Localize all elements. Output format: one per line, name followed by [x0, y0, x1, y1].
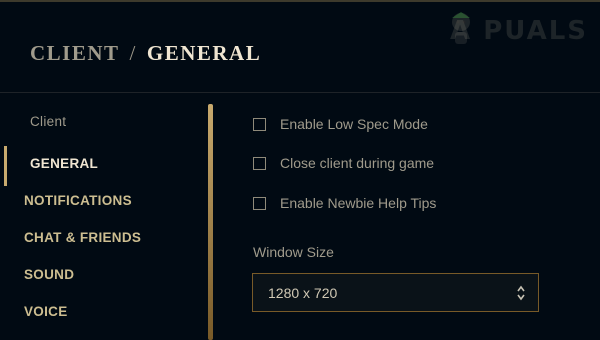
newbie-help-label[interactable]: Enable Newbie Help Tips	[280, 195, 436, 211]
newbie-help-checkbox[interactable]	[253, 196, 266, 210]
breadcrumb-separator: /	[129, 40, 137, 65]
low-spec-mode-label[interactable]: Enable Low Spec Mode	[280, 116, 428, 132]
low-spec-mode-option[interactable]: Enable Low Spec Mode	[253, 115, 428, 133]
newbie-help-option[interactable]: Enable Newbie Help Tips	[253, 194, 436, 212]
sidebar-item-notifications[interactable]: NOTIFICATIONS	[24, 189, 132, 213]
page-title: GENERAL	[146, 40, 262, 65]
sidebar-item-general[interactable]: GENERAL	[30, 152, 98, 176]
settings-window: CLIENT / GENERAL A PUALS Client GENERAL …	[0, 0, 600, 340]
up-down-arrows-icon	[517, 285, 525, 301]
sidebar-section-client: Client	[30, 114, 67, 129]
header-divider	[0, 92, 600, 93]
sidebar-item-chat-friends[interactable]: CHAT & FRIENDS	[24, 226, 141, 250]
sidebar-scrollbar[interactable]	[208, 104, 213, 340]
close-client-checkbox[interactable]	[253, 156, 266, 170]
breadcrumb: CLIENT / GENERAL	[30, 38, 261, 68]
window-size-value: 1280 x 720	[268, 284, 338, 301]
watermark: A PUALS	[450, 16, 588, 46]
sidebar-item-sound[interactable]: SOUND	[24, 263, 74, 287]
active-indicator	[4, 146, 7, 186]
window-size-label: Window Size	[253, 244, 334, 260]
settings-sidebar: Client GENERAL NOTIFICATIONS CHAT & FRIE…	[0, 102, 205, 340]
close-client-option[interactable]: Close client during game	[253, 154, 434, 172]
breadcrumb-parent[interactable]: CLIENT	[30, 41, 120, 66]
window-size-select[interactable]: 1280 x 720	[252, 273, 539, 312]
sidebar-item-voice[interactable]: VOICE	[24, 300, 68, 324]
low-spec-mode-checkbox[interactable]	[253, 117, 266, 131]
close-client-label[interactable]: Close client during game	[280, 155, 434, 171]
